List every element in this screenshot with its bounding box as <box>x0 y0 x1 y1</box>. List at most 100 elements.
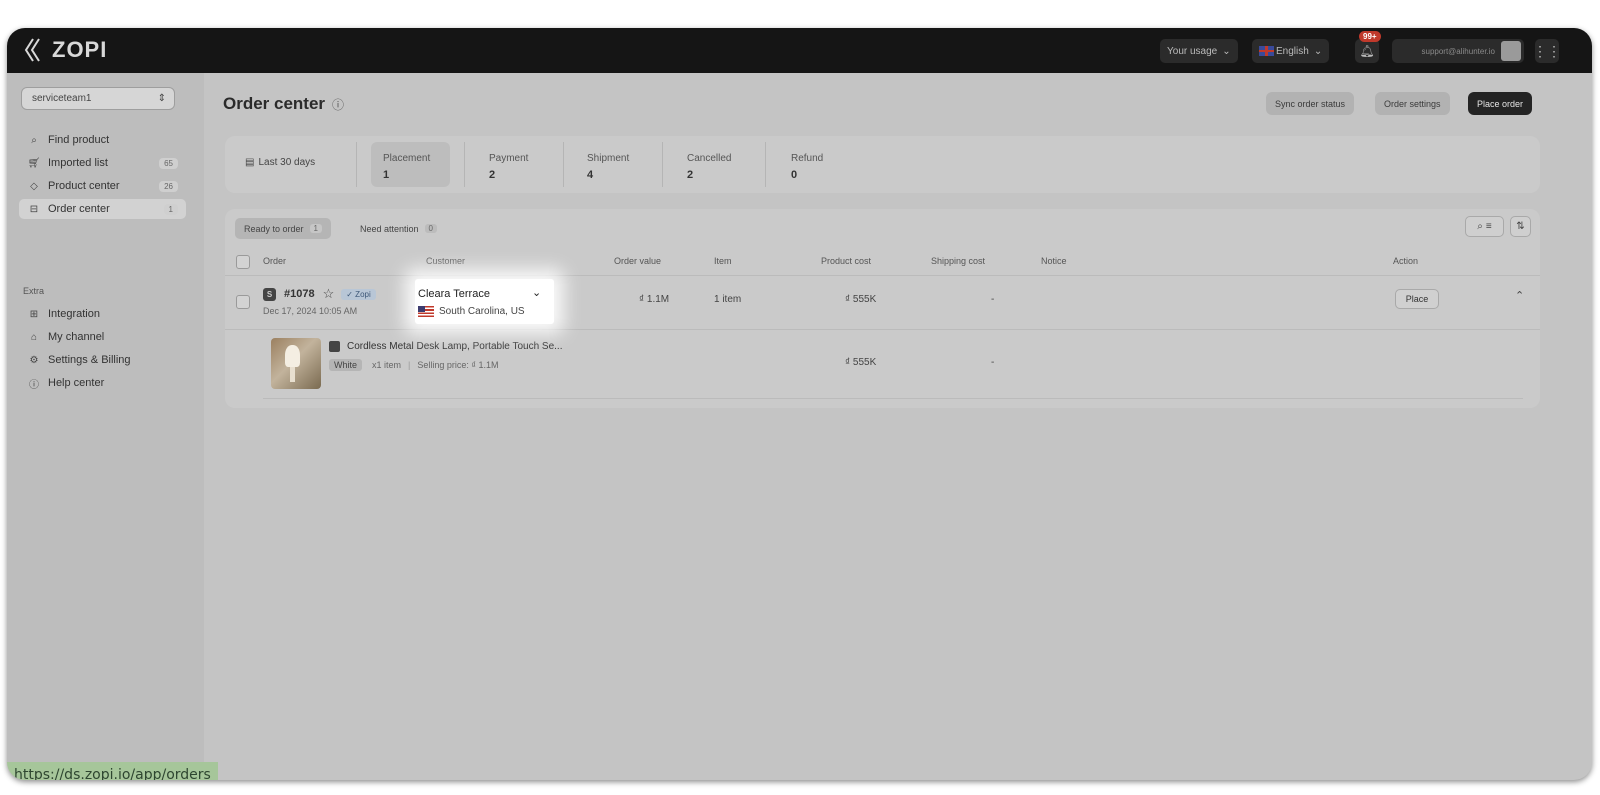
order-items: 1 item <box>714 294 742 305</box>
sidebar-item-settings-billing[interactable]: ⚙ Settings & Billing <box>19 350 186 370</box>
col-order-value: Order value <box>614 256 662 266</box>
collapse-icon[interactable]: ⌃ <box>1515 289 1524 302</box>
place-order-button[interactable]: Place order <box>1468 92 1533 115</box>
col-action: Action <box>1393 256 1419 266</box>
stat-value: 2 <box>687 169 694 181</box>
star-icon[interactable]: ☆ <box>323 286 335 302</box>
user-email: support@alihunter.io <box>1421 46 1496 56</box>
apps-grid-icon[interactable]: ⋮⋮ <box>1533 39 1561 63</box>
language-label: English <box>1276 45 1309 57</box>
integration-icon: ⊞ <box>29 308 39 320</box>
col-notice: Notice <box>1041 256 1067 266</box>
stat-payment[interactable]: Payment 2 <box>489 150 528 184</box>
divider <box>464 142 465 187</box>
stat-label: Payment <box>489 153 529 164</box>
shopify-icon: S <box>263 287 276 301</box>
sidebar-item-count: 1 <box>163 203 178 215</box>
notification-bell-icon[interactable]: 🔔︎ <box>1355 39 1379 63</box>
order-value: ₫ 1.1M <box>639 294 670 305</box>
filter-icon: ≡ <box>1485 221 1492 232</box>
customer-cell[interactable]: Cleara Terrace ⌄ South Carolina, US <box>415 279 554 324</box>
sidebar-item-label: Order center <box>48 203 110 215</box>
col-shipping-cost: Shipping cost <box>931 256 986 266</box>
gear-icon: ⚙ <box>29 354 39 366</box>
sidebar-item-label: Integration <box>48 308 100 320</box>
status-url: https://ds.zopi.io/app/orders <box>7 762 218 780</box>
stat-shipment[interactable]: Shipment 4 <box>587 150 629 184</box>
item-quantity: x1 item <box>372 360 402 370</box>
sidebar-item-label: Settings & Billing <box>48 354 131 366</box>
extra-heading: Extra <box>23 286 45 296</box>
product-title[interactable]: Cordless Metal Desk Lamp, Portable Touch… <box>329 341 562 352</box>
product-source-icon <box>329 341 340 352</box>
sidebar-item-imported-list[interactable]: 🛒︎ Imported list 65 <box>19 153 186 173</box>
stat-value: 4 <box>587 169 594 181</box>
sidebar-item-label: Find product <box>48 134 110 146</box>
sidebar-item-find-product[interactable]: ⌕ Find product <box>19 130 186 150</box>
row-checkbox[interactable] <box>236 295 250 309</box>
help-icon[interactable]: ⓘ <box>332 96 344 113</box>
divider <box>356 142 357 187</box>
tab-ready-to-order[interactable]: Ready to order 1 <box>235 218 331 239</box>
sidebar-item-order-center[interactable]: ⊟ Order center 1 <box>19 199 186 219</box>
search-filter-button[interactable]: ⌕ ≡ <box>1465 216 1504 237</box>
sort-button[interactable]: ⇅ <box>1510 216 1531 237</box>
order-id[interactable]: S #1078 ☆ ✓ Zopi <box>263 286 376 302</box>
order-settings-button[interactable]: Order settings <box>1375 92 1450 115</box>
sidebar: serviceteam1 ⇕ ⌕ Find product 🛒︎ Importe… <box>7 73 218 780</box>
order-date: Dec 17, 2024 10:05 AM <box>263 306 358 316</box>
line-item-row: Cordless Metal Desk Lamp, Portable Touch… <box>263 330 1523 399</box>
user-menu[interactable]: support@alihunter.io <box>1392 39 1524 63</box>
customer-location-text: South Carolina, US <box>439 306 525 317</box>
variant-badge: White <box>329 359 363 371</box>
divider: | <box>408 360 411 370</box>
product-cost: ₫ 555K <box>845 294 877 305</box>
sidebar-item-product-center[interactable]: ◇ Product center 26 <box>19 176 186 196</box>
chevron-down-icon: ⌄ <box>1222 45 1231 57</box>
tab-need-attention[interactable]: Need attention 0 <box>351 218 446 239</box>
sidebar-item-label: Help center <box>48 377 105 389</box>
tab-label: Need attention <box>360 223 419 234</box>
sync-order-status-button[interactable]: Sync order status <box>1266 92 1355 115</box>
calendar-icon: ▤ <box>245 157 255 168</box>
chevron-down-icon[interactable]: ⌄ <box>532 286 541 299</box>
usage-dropdown[interactable]: Your usage ⌄ <box>1160 39 1238 63</box>
product-thumbnail[interactable] <box>271 338 321 389</box>
select-arrows-icon: ⇕ <box>157 93 166 104</box>
chevron-down-icon: ⌄ <box>1313 45 1323 57</box>
sidebar-item-integration[interactable]: ⊞ Integration <box>19 304 186 324</box>
language-dropdown[interactable]: English ⌄ <box>1252 39 1330 63</box>
zopi-logo[interactable]: ZOPI <box>21 36 107 64</box>
lamp-base <box>290 367 295 382</box>
date-range-picker[interactable]: ▤ Last 30 days <box>245 157 315 168</box>
stat-value: 0 <box>791 169 798 181</box>
us-flag-icon <box>418 306 434 317</box>
page-title: Order center ⓘ <box>223 94 344 114</box>
col-order: Order <box>263 256 287 266</box>
product-meta: White x1 item | Selling price: ₫ 1.1M <box>329 359 499 371</box>
divider <box>563 142 564 187</box>
uk-flag-icon <box>1259 46 1274 56</box>
sidebar-item-label: Product center <box>48 180 120 192</box>
stat-label: Placement <box>383 153 431 164</box>
help-icon: ⓘ <box>29 379 39 391</box>
divider <box>765 142 766 187</box>
sidebar-item-my-channel[interactable]: ⌂ My channel <box>19 327 186 347</box>
col-item: Item <box>714 256 732 266</box>
stat-cancelled[interactable]: Cancelled 2 <box>687 150 731 184</box>
stat-placement[interactable]: Placement 1 <box>383 150 430 184</box>
stat-refund[interactable]: Refund 0 <box>791 150 823 184</box>
notification-badge: 99+ <box>1359 31 1381 42</box>
shipping-cost: - <box>991 294 995 305</box>
tab-count: 1 <box>309 224 322 233</box>
tab-count: 0 <box>424 224 437 233</box>
zopi-logo-icon <box>24 38 40 62</box>
select-all-checkbox[interactable] <box>236 255 250 269</box>
search-icon: ⌕ <box>1477 221 1483 232</box>
brand-name: ZOPI <box>52 37 108 62</box>
sort-icon: ⇅ <box>1516 221 1525 232</box>
stat-label: Cancelled <box>687 153 732 164</box>
sidebar-item-help-center[interactable]: ⓘ Help center <box>19 373 186 393</box>
store-select[interactable]: serviceteam1 ⇕ <box>21 87 175 110</box>
place-button[interactable]: Place <box>1395 289 1439 309</box>
